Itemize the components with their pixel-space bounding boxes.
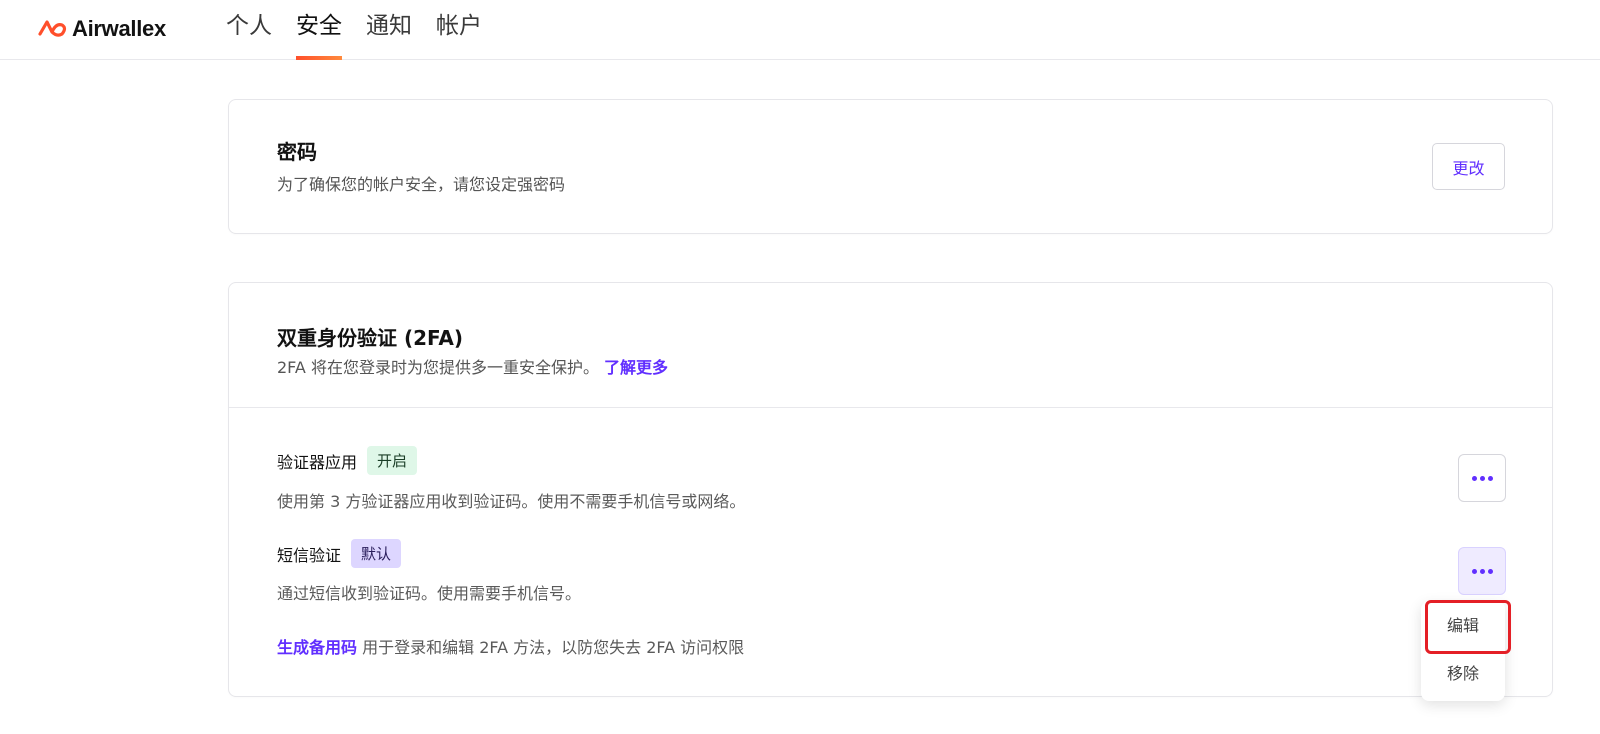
more-dots-icon [1471,475,1493,481]
password-card: 密码 为了确保您的帐户安全，请您设定强密码 更改 [228,99,1553,234]
backup-codes-text: 用于登录和编辑 2FA 方法，以防您失去 2FA 访问权限 [362,638,745,657]
method-authenticator-description: 使用第 3 方验证器应用收到验证码。使用不需要手机信号或网络。 [277,492,746,511]
brand-name: Airwallex [72,16,166,41]
twofa-subtitle: 2FA 将在您登录时为您提供多一重安全保护。 了解更多 [277,354,668,378]
tab-account[interactable]: 帐户 [436,0,482,60]
method-name: 短信验证 [277,545,342,565]
generate-backup-codes-link[interactable]: 生成备用码 [277,638,357,657]
menu-item-remove[interactable]: 移除 [1421,649,1505,695]
status-badge-default: 默认 [351,539,402,568]
tab-bar: 个人 安全 通知 帐户 [226,0,506,60]
authenticator-more-button[interactable] [1458,454,1506,502]
tab-personal[interactable]: 个人 [226,0,272,60]
twofa-card: 双重身份验证 (2FA) 2FA 将在您登录时为您提供多一重安全保护。 了解更多… [228,282,1553,697]
more-dots-icon [1471,568,1493,574]
backup-codes-row: 生成备用码 用于登录和编辑 2FA 方法，以防您失去 2FA 访问权限 [277,634,744,658]
twofa-title: 双重身份验证 (2FA) [277,326,464,350]
top-navigation: Airwallex 个人 安全 通知 帐户 [0,0,1600,60]
more-options-menu: 编辑 移除 [1421,601,1505,701]
status-badge-enabled: 开启 [367,446,418,475]
airwallex-logo-icon [38,20,67,37]
method-sms-title: 短信验证 默认 [277,539,402,568]
airwallex-logo[interactable]: Airwallex [38,14,166,44]
section-divider [229,407,1552,408]
method-name: 验证器应用 [277,452,358,472]
method-sms-description: 通过短信收到验证码。使用需要手机信号。 [277,584,582,603]
password-subtitle: 为了确保您的帐户安全，请您设定强密码 [277,175,566,194]
tab-security[interactable]: 安全 [296,0,342,60]
sms-more-button[interactable] [1458,547,1506,595]
tab-notifications[interactable]: 通知 [366,0,412,60]
method-authenticator-title: 验证器应用 开启 [277,446,418,475]
menu-item-edit[interactable]: 编辑 [1421,601,1505,647]
password-title: 密码 [277,140,317,164]
learn-more-link[interactable]: 了解更多 [604,358,668,377]
twofa-subtitle-text: 2FA 将在您登录时为您提供多一重安全保护。 [277,358,599,377]
change-password-button[interactable]: 更改 [1432,143,1505,190]
